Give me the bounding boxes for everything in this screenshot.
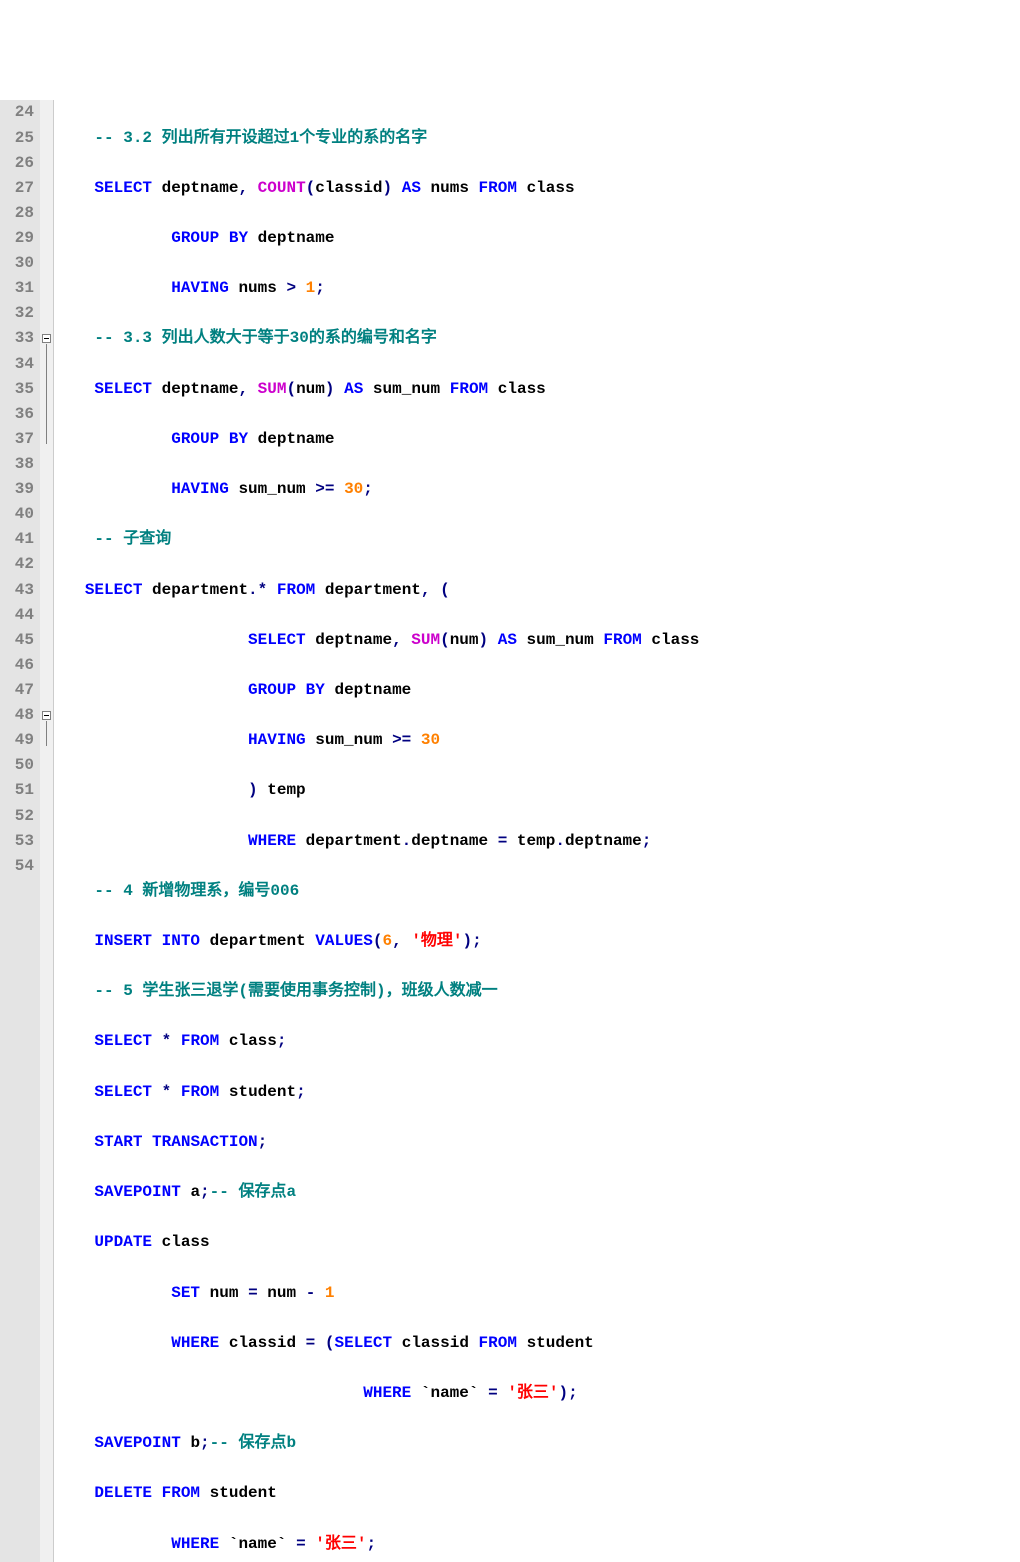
- code-line[interactable]: SELECT deptname, SUM(num) AS sum_num FRO…: [56, 377, 699, 402]
- fold-minus-icon[interactable]: [42, 334, 51, 343]
- code-line[interactable]: GROUP BY deptname: [56, 226, 699, 251]
- code-line[interactable]: -- 子查询: [56, 527, 699, 552]
- number: 1: [306, 279, 316, 297]
- code-line[interactable]: SELECT department.* FROM department, (: [56, 578, 699, 603]
- code-line[interactable]: WHERE `name` = '张三');: [56, 1381, 699, 1406]
- code-line[interactable]: ) temp: [56, 778, 699, 803]
- code-line[interactable]: SAVEPOINT b;-- 保存点b: [56, 1431, 699, 1456]
- code-line[interactable]: SELECT deptname, SUM(num) AS sum_num FRO…: [56, 628, 699, 653]
- identifier: deptname: [162, 179, 239, 197]
- fold-margin[interactable]: [40, 100, 54, 1562]
- code-line[interactable]: SELECT deptname, COUNT(classid) AS nums …: [56, 176, 699, 201]
- code-line[interactable]: WHERE department.deptname = temp.deptnam…: [56, 829, 699, 854]
- code-line[interactable]: WHERE `name` = '张三';: [56, 1532, 699, 1557]
- code-line[interactable]: -- 5 学生张三退学(需要使用事务控制)，班级人数减一: [56, 979, 699, 1004]
- code-line[interactable]: HAVING nums > 1;: [56, 276, 699, 301]
- comment: -- 4 新增物理系，编号006: [94, 882, 299, 900]
- code-line[interactable]: INSERT INTO department VALUES(6, '物理');: [56, 929, 699, 954]
- code-line[interactable]: SELECT * FROM class;: [56, 1029, 699, 1054]
- code-line[interactable]: GROUP BY deptname: [56, 678, 699, 703]
- code-line[interactable]: HAVING sum_num >= 30;: [56, 477, 699, 502]
- keyword: SELECT: [94, 179, 152, 197]
- line-number-gutter: 24 25 26 27 28 29 30 31 32 33 34 35 36 3…: [0, 100, 40, 1562]
- code-line[interactable]: HAVING sum_num >= 30: [56, 728, 699, 753]
- code-line[interactable]: DELETE FROM student: [56, 1481, 699, 1506]
- code-area[interactable]: -- 3.2 列出所有开设超过1个专业的系的名字 SELECT deptname…: [54, 100, 699, 1562]
- function: COUNT: [258, 179, 306, 197]
- comment: -- 5 学生张三退学(需要使用事务控制)，班级人数减一: [94, 982, 497, 1000]
- code-line[interactable]: UPDATE class: [56, 1230, 699, 1255]
- code-line[interactable]: -- 3.2 列出所有开设超过1个专业的系的名字: [56, 126, 699, 151]
- string: '物理': [411, 932, 462, 950]
- code-line[interactable]: -- 4 新增物理系，编号006: [56, 879, 699, 904]
- code-editor[interactable]: 24 25 26 27 28 29 30 31 32 33 34 35 36 3…: [0, 100, 1020, 1562]
- fold-line: [46, 721, 47, 746]
- code-line[interactable]: -- 3.3 列出人数大于等于30的系的编号和名字: [56, 326, 699, 351]
- code-line[interactable]: GROUP BY deptname: [56, 427, 699, 452]
- code-line[interactable]: SET num = num - 1: [56, 1281, 699, 1306]
- fold-line: [46, 344, 47, 444]
- code-line[interactable]: SAVEPOINT a;-- 保存点a: [56, 1180, 699, 1205]
- comment: -- 3.3 列出人数大于等于30的系的编号和名字: [94, 329, 436, 347]
- code-line[interactable]: SELECT * FROM student;: [56, 1080, 699, 1105]
- comment: -- 3.2 列出所有开设超过1个专业的系的名字: [94, 129, 427, 147]
- comment: -- 子查询: [94, 530, 171, 548]
- code-line[interactable]: WHERE classid = (SELECT classid FROM stu…: [56, 1331, 699, 1356]
- code-line[interactable]: START TRANSACTION;: [56, 1130, 699, 1155]
- fold-minus-icon[interactable]: [42, 711, 51, 720]
